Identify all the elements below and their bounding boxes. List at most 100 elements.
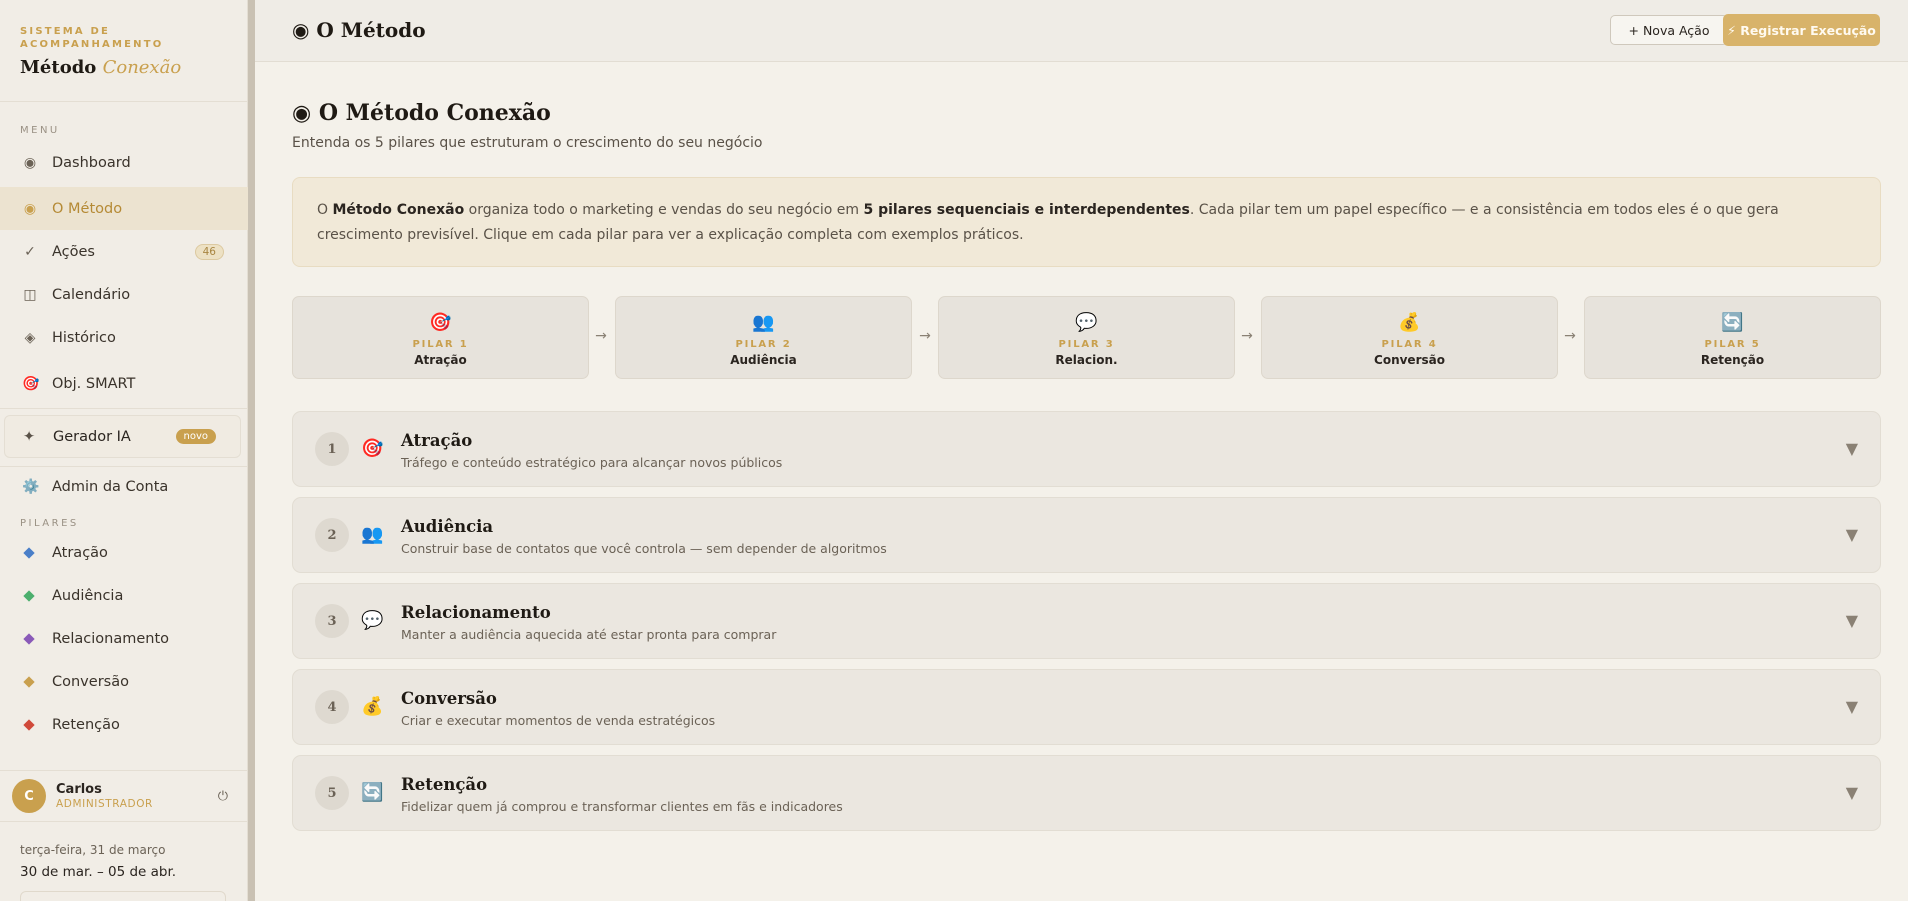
sidebar-pilar-conversao[interactable]: Conversão (0, 664, 248, 700)
sidebar-item-admin[interactable]: ⚙️ Admin da Conta (0, 466, 248, 508)
week-selector[interactable] (20, 891, 226, 901)
sidebar-scrollbar[interactable] (248, 0, 255, 901)
sidebar-item-historico[interactable]: ◈ Histórico (0, 317, 248, 359)
pilar-name: Atração (414, 353, 467, 367)
current-week: 30 de mar. – 05 de abr. (20, 864, 177, 880)
page-title: ◉ O Método Conexão (292, 100, 551, 126)
money-bag-icon: 💰 (361, 696, 384, 717)
step-number: 5 (315, 776, 349, 810)
step-number: 3 (315, 604, 349, 638)
sidebar-pilar-atracao[interactable]: Atração (0, 535, 248, 571)
pilar-card-5[interactable]: 🔄 PILAR 5 Retenção (1584, 296, 1881, 379)
sidebar-item-obj-smart[interactable]: 🎯 Obj. SMART (0, 363, 248, 405)
pilar-number: PILAR 5 (1704, 339, 1761, 350)
accordion-title: Relacionamento (401, 603, 551, 622)
power-icon[interactable]: ⏻ (218, 789, 228, 804)
pilares-label: PILARES (20, 518, 79, 529)
main-content: ◉ O Método Conexão Entenda os 5 pilares … (255, 62, 1908, 901)
registrar-execucao-button[interactable]: ⚡ Registrar Execução (1723, 14, 1880, 46)
brand: SISTEMA DE ACOMPANHAMENTO Método Conexão (0, 0, 247, 102)
page-subtitle: Entenda os 5 pilares que estruturam o cr… (292, 135, 763, 151)
sidebar-item-gerador-ia[interactable]: ✦ Gerador IA novo (4, 415, 241, 458)
sidebar: SISTEMA DE ACOMPANHAMENTO Método Conexão… (0, 0, 248, 901)
brand-title-accent: Conexão (102, 57, 182, 78)
accordion-title: Audiência (401, 517, 494, 536)
step-number: 4 (315, 690, 349, 724)
accordion-title: Conversão (401, 689, 497, 708)
pilar-name: Relacion. (1055, 353, 1118, 367)
pilar-card-4[interactable]: 💰 PILAR 4 Conversão (1261, 296, 1558, 379)
arrow-icon: → (919, 328, 931, 344)
sidebar-item-o-metodo[interactable]: ◉ O Método (0, 187, 248, 230)
target-icon: 🎯 (429, 312, 452, 333)
accordion-title: Retenção (401, 775, 488, 794)
chevron-down-icon[interactable]: ▼ (1846, 611, 1858, 630)
new-badge: novo (175, 429, 216, 444)
accordion-title: Atração (401, 431, 473, 450)
sidebar-item-label: Calendário (52, 287, 131, 303)
calendar-icon: ◫ (23, 287, 37, 303)
chevron-down-icon[interactable]: ▼ (1846, 439, 1858, 458)
diamond-icon (23, 590, 35, 602)
brand-title-main: Método (20, 57, 97, 78)
sidebar-pilar-retencao[interactable]: Retenção (0, 707, 248, 743)
chevron-down-icon[interactable]: ▼ (1846, 783, 1858, 802)
avatar: C (12, 779, 46, 813)
nova-acao-button[interactable]: + Nova Ação (1610, 15, 1728, 45)
menu-label: MENU (20, 125, 60, 136)
sidebar-item-label: Audiência (52, 588, 124, 604)
sidebar-item-label: Admin da Conta (52, 479, 169, 495)
accordion-item-conversao[interactable]: 4 💰 Conversão Criar e executar momentos … (292, 669, 1881, 745)
sidebar-item-label: Histórico (52, 330, 116, 346)
sidebar-pilar-audiencia[interactable]: Audiência (0, 578, 248, 614)
topbar: ◉ O Método + Nova Ação ⚡ Registrar Execu… (255, 0, 1908, 62)
refresh-icon: 🔄 (1721, 312, 1744, 333)
gear-icon: ⚙️ (22, 479, 40, 495)
sidebar-item-label: Conversão (52, 674, 129, 690)
current-date: terça-feira, 31 de março (20, 843, 166, 857)
refresh-icon: 🔄 (361, 782, 384, 803)
user-card: C Carlos ADMINISTRADOR ⏻ (0, 770, 248, 822)
sidebar-item-calendario[interactable]: ◫ Calendário (0, 274, 248, 316)
sidebar-item-label: Atração (52, 545, 108, 561)
sidebar-pilar-relacionamento[interactable]: Relacionamento (0, 621, 248, 657)
chevron-down-icon[interactable]: ▼ (1846, 525, 1858, 544)
sidebar-item-label: O Método (52, 200, 123, 217)
arrow-icon: → (595, 328, 607, 344)
money-bag-icon: 💰 (1398, 312, 1421, 333)
sidebar-item-label: Retenção (52, 717, 120, 733)
sidebar-item-dashboard[interactable]: ◉ Dashboard (0, 142, 248, 184)
user-name: Carlos (56, 782, 102, 797)
sidebar-item-acoes[interactable]: ✓ Ações 46 (0, 231, 248, 273)
accordion-item-audiencia[interactable]: 2 👥 Audiência Construir base de contatos… (292, 497, 1881, 573)
chat-icon: 💬 (1075, 312, 1098, 333)
accordion-item-relacionamento[interactable]: 3 💬 Relacionamento Manter a audiência aq… (292, 583, 1881, 659)
pilar-number: PILAR 4 (1381, 339, 1438, 350)
sidebar-divider (0, 408, 248, 409)
pilar-card-2[interactable]: 👥 PILAR 2 Audiência (615, 296, 912, 379)
pilar-number: PILAR 1 (412, 339, 469, 350)
accordion-description: Fidelizar quem já comprou e transformar … (401, 799, 843, 814)
chat-icon: 💬 (361, 610, 384, 631)
pilar-card-3[interactable]: 💬 PILAR 3 Relacion. (938, 296, 1235, 379)
sidebar-item-label: Dashboard (52, 155, 131, 171)
sidebar-item-label: Gerador IA (53, 428, 131, 445)
arrow-icon: → (1564, 328, 1576, 344)
accordion-item-atracao[interactable]: 1 🎯 Atração Tráfego e conteúdo estratégi… (292, 411, 1881, 487)
target-icon: 🎯 (22, 376, 40, 392)
diamond-icon (23, 676, 35, 688)
pilar-name: Retenção (1700, 353, 1765, 367)
pilar-name: Audiência (730, 353, 797, 367)
diamond-icon (23, 719, 35, 731)
people-icon: 👥 (752, 312, 775, 333)
dashboard-icon: ◉ (23, 155, 37, 171)
intro-text: organiza todo o marketing e vendas do se… (464, 202, 864, 218)
step-number: 2 (315, 518, 349, 552)
acoes-count-badge: 46 (194, 244, 224, 260)
accordion-item-retencao[interactable]: 5 🔄 Retenção Fidelizar quem já comprou e… (292, 755, 1881, 831)
chevron-down-icon[interactable]: ▼ (1846, 697, 1858, 716)
intro-bold: 5 pilares sequenciais e interdependentes (863, 202, 1190, 218)
history-icon: ◈ (24, 330, 36, 346)
pilar-card-1[interactable]: 🎯 PILAR 1 Atração (292, 296, 589, 379)
brand-subtitle: SISTEMA DE ACOMPANHAMENTO (20, 26, 164, 50)
